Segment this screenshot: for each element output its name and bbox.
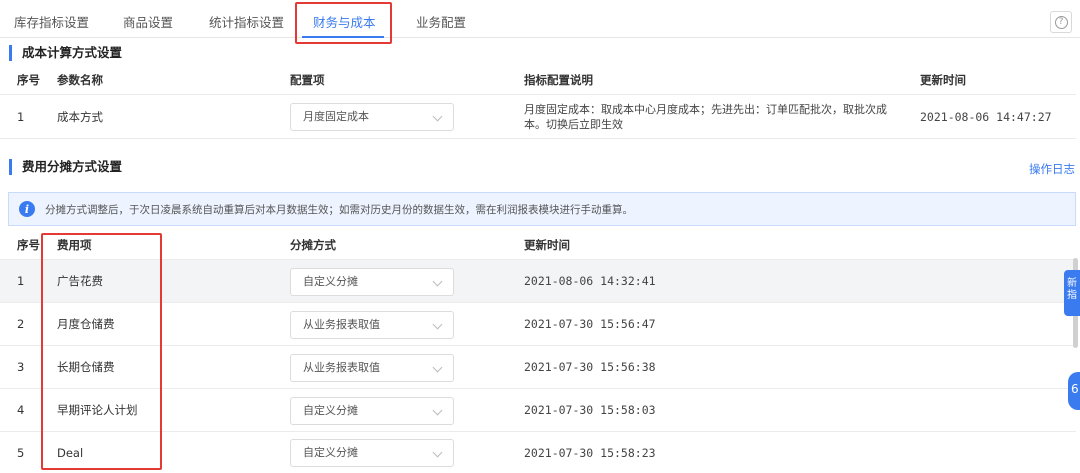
allocation-method-select[interactable]: 从业务报表取值 [290,354,454,382]
chevron-down-icon [432,111,443,122]
row-index: 1 [17,109,25,124]
allocation-method-select[interactable]: 从业务报表取值 [290,311,454,339]
cost-table-header: 序号 参数名称 配置项 指标配置说明 更新时间 [0,65,1076,95]
help-button[interactable]: ? [1050,11,1072,33]
row-index: 4 [17,403,25,417]
question-circle-icon: ? [1054,15,1068,29]
chevron-down-icon [432,319,443,330]
tab-inventory-metrics[interactable]: 库存指标设置 [14,8,89,38]
header-index: 序号 [17,237,40,252]
row-updated: 2021-07-30 15:56:47 [524,317,656,331]
header-updated: 更新时间 [920,72,966,87]
chevron-down-icon [432,362,443,373]
allocation-method-select[interactable]: 自定义分摊 [290,439,454,467]
allocation-section-title: 费用分摊方式设置 [9,159,122,175]
chevron-down-icon [432,405,443,416]
select-value: 月度固定成本 [303,110,369,123]
row-param-name: 成本方式 [57,109,103,124]
tab-statistics-metrics[interactable]: 统计指标设置 [209,8,284,38]
operation-log-link[interactable]: 操作日志 [1029,161,1075,177]
allocation-method-select[interactable]: 自定义分摊 [290,268,454,296]
select-value: 从业务报表取值 [303,361,380,374]
chevron-down-icon [432,447,443,458]
select-value: 自定义分摊 [303,275,358,288]
tab-highlight-box [295,2,392,44]
row-description: 月度固定成本：取成本中心月度成本；先进先出：订单匹配批次，取批次成本。切换后立即… [524,102,887,131]
row-index: 5 [17,445,25,460]
select-value: 自定义分摊 [303,446,358,459]
header-index: 序号 [17,72,40,87]
new-indicator-float-button[interactable]: 新指 [1064,270,1080,316]
chevron-down-icon [432,276,443,287]
support-float-button[interactable]: 6 [1068,372,1080,410]
select-value: 从业务报表取值 [303,318,380,331]
header-param-name: 参数名称 [57,72,103,87]
tab-business-config[interactable]: 业务配置 [416,8,466,38]
row-updated: 2021-07-30 15:58:03 [524,403,656,417]
row-index: 1 [17,274,25,288]
info-circle-icon: i [19,201,35,217]
row-updated: 2021-08-06 14:47:27 [920,109,1052,124]
cost-method-select[interactable]: 月度固定成本 [290,103,454,131]
row-index: 2 [17,317,25,331]
header-config: 配置项 [290,72,325,87]
allocation-method-select[interactable]: 自定义分摊 [290,397,454,425]
info-banner: i 分摊方式调整后，于次日凌晨系统自动重算后对本月数据生效；如需对历史月份的数据… [8,192,1076,226]
header-allocation-method: 分摊方式 [290,237,336,252]
header-updated: 更新时间 [524,237,570,252]
row-updated: 2021-08-06 14:32:41 [524,274,656,288]
select-value: 自定义分摊 [303,404,358,417]
tab-bar: 库存指标设置 商品设置 统计指标设置 财务与成本 业务配置 ? [0,8,1080,38]
tab-product-settings[interactable]: 商品设置 [123,8,173,38]
row-updated: 2021-07-30 15:56:38 [524,360,656,374]
row-index: 3 [17,360,25,374]
row-updated: 2021-07-30 15:58:23 [524,445,656,460]
expense-column-highlight-box [41,233,162,470]
info-text: 分摊方式调整后，于次日凌晨系统自动重算后对本月数据生效；如需对历史月份的数据生效… [45,203,633,216]
cost-table-row: 1 成本方式 月度固定成本 月度固定成本：取成本中心月度成本；先进先出：订单匹配… [0,95,1076,139]
header-description: 指标配置说明 [524,72,593,87]
cost-section-title: 成本计算方式设置 [9,45,122,61]
